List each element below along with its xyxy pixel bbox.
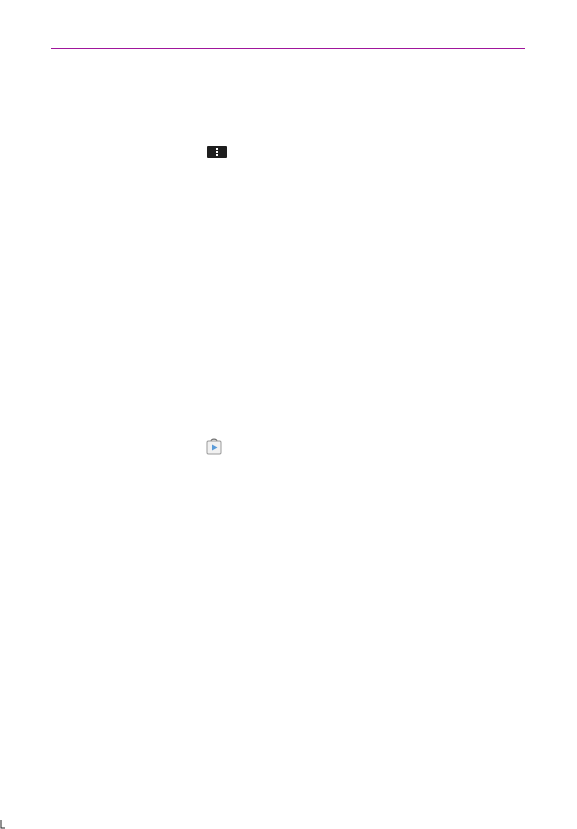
play-store-icon — [206, 438, 222, 455]
corner-mark — [0, 820, 5, 829]
menu-overflow-icon — [207, 146, 227, 158]
header-rule — [51, 48, 525, 49]
